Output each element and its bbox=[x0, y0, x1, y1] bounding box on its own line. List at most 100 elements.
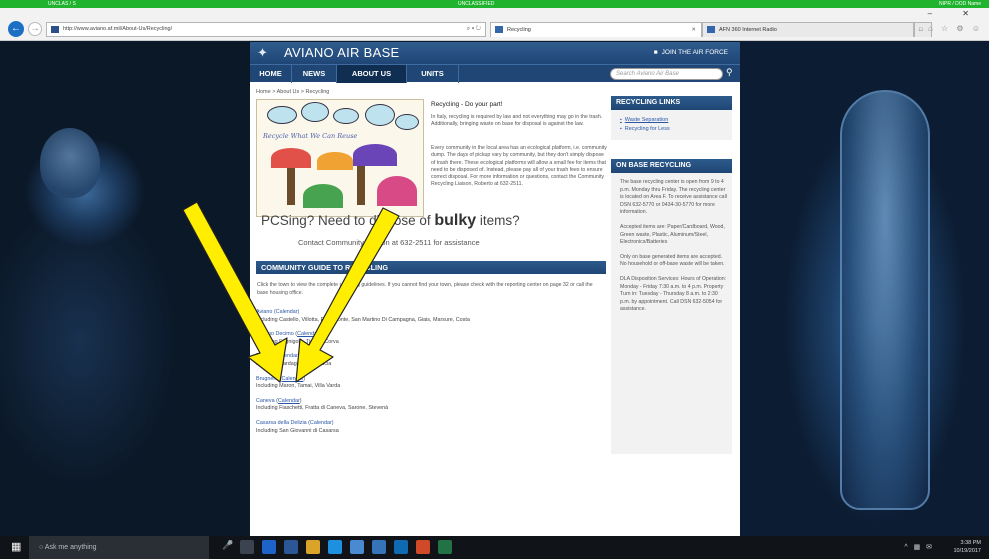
search-icon[interactable]: ⚲ bbox=[726, 67, 733, 78]
store-app-icon[interactable] bbox=[350, 540, 364, 554]
windows-start-icon[interactable]: ▦ bbox=[11, 541, 23, 553]
community-guide-intro: Click the town to view the complete recy… bbox=[257, 282, 593, 296]
browser-tools-icons[interactable]: ⌂ ☆ ⚙ ☺ bbox=[928, 24, 983, 33]
town-link[interactable]: Azzano Decimo bbox=[256, 331, 294, 337]
site-title[interactable]: AVIANO AIR BASE bbox=[284, 46, 400, 60]
on-base-recycling-header: ON BASE RECYCLING bbox=[611, 159, 732, 173]
pcs-text-bold: bulky bbox=[434, 212, 477, 229]
people-app-icon[interactable] bbox=[372, 540, 386, 554]
taskbar-search-placeholder: Ask me anything bbox=[44, 544, 97, 551]
close-tab-icon[interactable]: ✕ bbox=[691, 23, 696, 37]
on-base-paragraph: DLA Disposition Services: Hours of Opera… bbox=[620, 275, 727, 313]
tab-favicon-icon bbox=[707, 26, 715, 33]
banner-left: UNCLAS / S bbox=[48, 1, 76, 7]
classification-banner: UNCLAS / S UNCLASSIFIED NIPR / DOD Name bbox=[0, 0, 989, 8]
drawing-shape bbox=[365, 104, 395, 126]
calendar-link[interactable]: Calendar bbox=[278, 398, 300, 404]
drawing-shape bbox=[271, 148, 311, 168]
taskbar: ▦ ○ Ask me anything 🎤 ^ ▦ ✉ 3:38 PM 10/19… bbox=[0, 536, 989, 559]
back-button[interactable]: ← bbox=[8, 21, 24, 37]
drawing-caption: Recycle What We Can Reuse bbox=[263, 132, 358, 140]
address-url: http://www.aviano.af.mil/About-Us/Recycl… bbox=[63, 26, 173, 32]
forward-button[interactable]: → bbox=[28, 22, 42, 36]
banner-right: NIPR / DOD Name bbox=[939, 1, 981, 7]
system-tray-icons[interactable]: ^ ▦ ✉ bbox=[904, 543, 934, 551]
air-force-wings-icon[interactable]: ✦ bbox=[257, 46, 277, 59]
town-description: Including Dardago, Santa Lucia bbox=[256, 360, 332, 367]
task-view-icon[interactable] bbox=[240, 540, 254, 554]
drawing-shape bbox=[303, 184, 343, 208]
recycling-for-less-link[interactable]: Recycling for Less bbox=[620, 125, 732, 134]
ie-browser-icon[interactable] bbox=[328, 540, 342, 554]
tab-afn-radio[interactable]: AFN 360 Internet Radio bbox=[702, 22, 914, 37]
list-item: Budoia (Calendar) Including Dardago, Sant… bbox=[256, 353, 606, 368]
join-label: JOIN THE AIR FORCE bbox=[661, 49, 728, 56]
file-explorer-icon[interactable] bbox=[306, 540, 320, 554]
town-link[interactable]: Aviano (Calendar) bbox=[256, 309, 299, 315]
on-base-paragraph: The base recycling center is open from 9… bbox=[620, 179, 727, 216]
nav-units[interactable]: UNITS bbox=[407, 65, 459, 83]
calendar-link[interactable]: Calendar bbox=[297, 331, 319, 337]
tab-recycling[interactable]: Recycling ✕ bbox=[490, 22, 702, 37]
site-search-input[interactable]: Search Aviano Air Base bbox=[610, 68, 723, 80]
town-link[interactable]: Casarsa della Delizia (Calendar) bbox=[256, 420, 334, 426]
background-image-left bbox=[0, 42, 250, 536]
powerpoint-app-icon[interactable] bbox=[416, 540, 430, 554]
cortana-circle-icon: ○ bbox=[39, 544, 44, 551]
clock[interactable]: 3:38 PM 10/19/2017 bbox=[953, 539, 981, 555]
town-link[interactable]: Brugnera bbox=[256, 376, 278, 382]
pcs-contact: Contact Community Liaison at 632-2511 fo… bbox=[298, 238, 480, 247]
site-header: ✦ AVIANO AIR BASE ■ JOIN THE AIR FORCE bbox=[250, 42, 740, 64]
jet-cockpit-figure bbox=[840, 90, 930, 510]
mic-icon[interactable]: 🎤 bbox=[222, 540, 236, 554]
join-air-force-link[interactable]: ■ JOIN THE AIR FORCE bbox=[654, 49, 728, 56]
browser-chrome: – ✕ ← → http://www.aviano.af.mil/About-U… bbox=[0, 8, 989, 41]
site-favicon-icon bbox=[51, 26, 59, 33]
drawing-shape bbox=[301, 102, 329, 122]
nav-news[interactable]: NEWS bbox=[292, 65, 337, 83]
drawing-shape bbox=[333, 108, 359, 124]
site-page: ✦ AVIANO AIR BASE ■ JOIN THE AIR FORCE HO… bbox=[250, 42, 740, 536]
list-item: Aviano (Calendar) Including Castello, Vil… bbox=[256, 309, 606, 324]
banner-center: UNCLASSIFIED bbox=[458, 1, 495, 7]
town-description: Including San Giovanni di Casarsa bbox=[256, 427, 339, 434]
pcs-text-pre: PCSing? Need to dispose of bbox=[261, 213, 435, 228]
town-description: Including Fiaschetti, Fratta di Caneva, … bbox=[256, 405, 389, 412]
tab-favicon-icon bbox=[495, 26, 503, 33]
on-base-recycling-box: ON BASE RECYCLING The base recycling cen… bbox=[611, 159, 732, 454]
address-tools-icons[interactable]: ⌕ ▾ ↻ bbox=[467, 23, 481, 36]
drawing-shape bbox=[377, 176, 417, 206]
drawing-shape bbox=[317, 152, 353, 170]
airman-figure bbox=[40, 128, 100, 198]
taskbar-search-input[interactable]: ○ Ask me anything bbox=[29, 536, 209, 559]
address-bar[interactable]: http://www.aviano.af.mil/About-Us/Recycl… bbox=[46, 22, 486, 37]
town-link[interactable]: Caneva bbox=[256, 398, 275, 404]
nav-home[interactable]: HOME bbox=[250, 65, 292, 83]
town-description: Including Fagnigola, Tiezzo, Corva bbox=[256, 338, 339, 345]
word-app-icon[interactable] bbox=[284, 540, 298, 554]
calendar-link[interactable]: Calendar bbox=[281, 376, 303, 382]
tab-label: Recycling bbox=[507, 27, 531, 33]
list-item: Casarsa della Delizia (Calendar) Includin… bbox=[256, 420, 606, 435]
pcs-headline: PCSing? Need to dispose of bulky items? bbox=[261, 212, 606, 230]
drawing-shape bbox=[267, 106, 297, 124]
outlook-mail-icon[interactable] bbox=[394, 540, 408, 554]
nav-about-us[interactable]: ABOUT US bbox=[337, 65, 407, 83]
drawing-shape bbox=[353, 144, 397, 166]
list-item: Brugnera (Calendar) Including Maron, Tama… bbox=[256, 375, 341, 390]
town-description: Including Castello, Villotta, Pedemonte,… bbox=[256, 316, 470, 323]
recycling-links-header: RECYCLING LINKS bbox=[611, 96, 732, 110]
on-base-paragraph: Accepted items are: Paper/Cardboard, Woo… bbox=[620, 223, 725, 246]
building-icon: ■ bbox=[653, 49, 658, 56]
pcs-text-post: items? bbox=[476, 213, 520, 228]
window-controls[interactable]: – ✕ bbox=[928, 9, 983, 18]
outlook-app-icon[interactable] bbox=[262, 540, 276, 554]
intro-title: Recycling - Do your part! bbox=[431, 101, 503, 108]
intro-paragraph: Every community in the local area has an… bbox=[431, 145, 607, 188]
town-link[interactable]: Budoia (Calendar) bbox=[256, 353, 300, 359]
breadcrumb[interactable]: Home > About Us > Recycling bbox=[256, 89, 329, 95]
list-item: Azzano Decimo (Calendar) Including Fagnig… bbox=[256, 331, 339, 345]
excel-app-icon[interactable] bbox=[438, 540, 452, 554]
on-base-paragraph: Only on base generated items are accepte… bbox=[620, 253, 725, 268]
waste-separation-link[interactable]: Waste Separation bbox=[620, 116, 732, 125]
